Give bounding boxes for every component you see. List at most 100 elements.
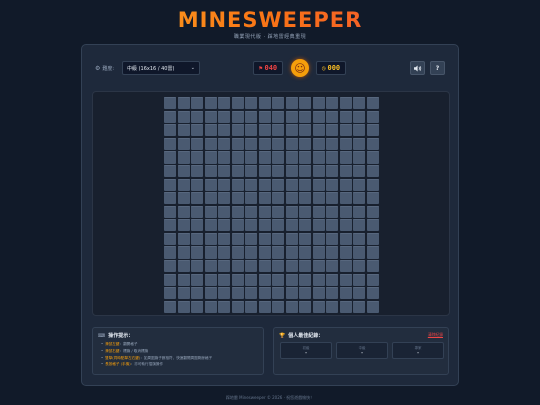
mine-cell[interactable]	[204, 300, 217, 313]
mine-cell[interactable]	[191, 287, 204, 300]
mine-cell[interactable]	[204, 246, 217, 259]
mine-cell[interactable]	[353, 219, 366, 232]
mine-cell[interactable]	[366, 124, 379, 137]
mine-cell[interactable]	[299, 110, 312, 123]
mine-cell[interactable]	[285, 192, 298, 205]
mine-cell[interactable]	[218, 273, 231, 286]
mine-cell[interactable]	[245, 246, 258, 259]
mine-cell[interactable]	[285, 164, 298, 178]
mine-cell[interactable]	[191, 124, 204, 137]
mine-cell[interactable]	[285, 260, 298, 273]
mine-cell[interactable]	[231, 232, 244, 246]
mine-cell[interactable]	[204, 97, 217, 110]
mine-cell[interactable]	[339, 164, 352, 178]
mine-cell[interactable]	[231, 178, 244, 191]
mine-cell[interactable]	[299, 164, 312, 178]
mine-cell[interactable]	[164, 164, 177, 178]
mine-cell[interactable]	[245, 164, 258, 178]
mine-cell[interactable]	[272, 110, 285, 123]
mine-cell[interactable]	[272, 246, 285, 259]
mine-cell[interactable]	[272, 287, 285, 300]
mine-cell[interactable]	[218, 300, 231, 313]
mine-cell[interactable]	[299, 287, 312, 300]
mine-cell[interactable]	[285, 110, 298, 123]
mine-cell[interactable]	[258, 110, 271, 123]
mine-cell[interactable]	[204, 137, 217, 150]
mine-cell[interactable]	[299, 205, 312, 218]
mine-cell[interactable]	[326, 260, 339, 273]
mine-cell[interactable]	[258, 124, 271, 137]
help-button[interactable]: ?	[430, 61, 445, 75]
mine-cell[interactable]	[164, 110, 177, 123]
mine-cell[interactable]	[339, 178, 352, 191]
mine-cell[interactable]	[258, 97, 271, 110]
mine-cell[interactable]	[312, 110, 325, 123]
mine-cell[interactable]	[245, 178, 258, 191]
mine-cell[interactable]	[272, 260, 285, 273]
mine-cell[interactable]	[339, 232, 352, 246]
mine-cell[interactable]	[258, 219, 271, 232]
mine-cell[interactable]	[164, 219, 177, 232]
mine-cell[interactable]	[326, 124, 339, 137]
mine-cell[interactable]	[299, 137, 312, 150]
mine-cell[interactable]	[204, 124, 217, 137]
mine-cell[interactable]	[353, 273, 366, 286]
mine-cell[interactable]	[272, 124, 285, 137]
mine-cell[interactable]	[164, 151, 177, 164]
mine-cell[interactable]	[312, 260, 325, 273]
mine-cell[interactable]	[285, 178, 298, 191]
mine-cell[interactable]	[339, 205, 352, 218]
mine-cell[interactable]	[177, 192, 190, 205]
mine-cell[interactable]	[312, 219, 325, 232]
mine-cell[interactable]	[231, 137, 244, 150]
mine-cell[interactable]	[177, 110, 190, 123]
mine-cell[interactable]	[312, 164, 325, 178]
mine-cell[interactable]	[218, 151, 231, 164]
mine-cell[interactable]	[204, 164, 217, 178]
mine-cell[interactable]	[353, 246, 366, 259]
mine-cell[interactable]	[191, 192, 204, 205]
mine-cell[interactable]	[353, 300, 366, 313]
mine-cell[interactable]	[218, 246, 231, 259]
mine-cell[interactable]	[272, 164, 285, 178]
mine-cell[interactable]	[218, 260, 231, 273]
mine-cell[interactable]	[366, 178, 379, 191]
mine-cell[interactable]	[177, 232, 190, 246]
mine-cell[interactable]	[326, 273, 339, 286]
mine-cell[interactable]	[272, 97, 285, 110]
mine-cell[interactable]	[353, 164, 366, 178]
mine-cell[interactable]	[353, 151, 366, 164]
mine-cell[interactable]	[366, 110, 379, 123]
mine-cell[interactable]	[177, 260, 190, 273]
mine-cell[interactable]	[231, 300, 244, 313]
mine-cell[interactable]	[204, 110, 217, 123]
mine-cell[interactable]	[312, 137, 325, 150]
mine-cell[interactable]	[285, 151, 298, 164]
mine-cell[interactable]	[285, 232, 298, 246]
mine-cell[interactable]	[339, 219, 352, 232]
mine-cell[interactable]	[177, 151, 190, 164]
mine-cell[interactable]	[272, 151, 285, 164]
mine-cell[interactable]	[272, 232, 285, 246]
mine-cell[interactable]	[353, 192, 366, 205]
mine-cell[interactable]	[366, 137, 379, 150]
mine-cell[interactable]	[366, 219, 379, 232]
mine-cell[interactable]	[245, 124, 258, 137]
mine-cell[interactable]	[245, 151, 258, 164]
mine-cell[interactable]	[231, 219, 244, 232]
mine-cell[interactable]	[177, 164, 190, 178]
mine-cell[interactable]	[366, 205, 379, 218]
mine-cell[interactable]	[299, 97, 312, 110]
mine-cell[interactable]	[366, 192, 379, 205]
mine-cell[interactable]	[353, 287, 366, 300]
mine-cell[interactable]	[245, 300, 258, 313]
mine-cell[interactable]	[164, 246, 177, 259]
mine-cell[interactable]	[191, 246, 204, 259]
mine-cell[interactable]	[204, 151, 217, 164]
mine-cell[interactable]	[245, 260, 258, 273]
mine-cell[interactable]	[245, 97, 258, 110]
mine-cell[interactable]	[204, 205, 217, 218]
mine-cell[interactable]	[353, 205, 366, 218]
mine-cell[interactable]	[218, 205, 231, 218]
mine-cell[interactable]	[285, 205, 298, 218]
